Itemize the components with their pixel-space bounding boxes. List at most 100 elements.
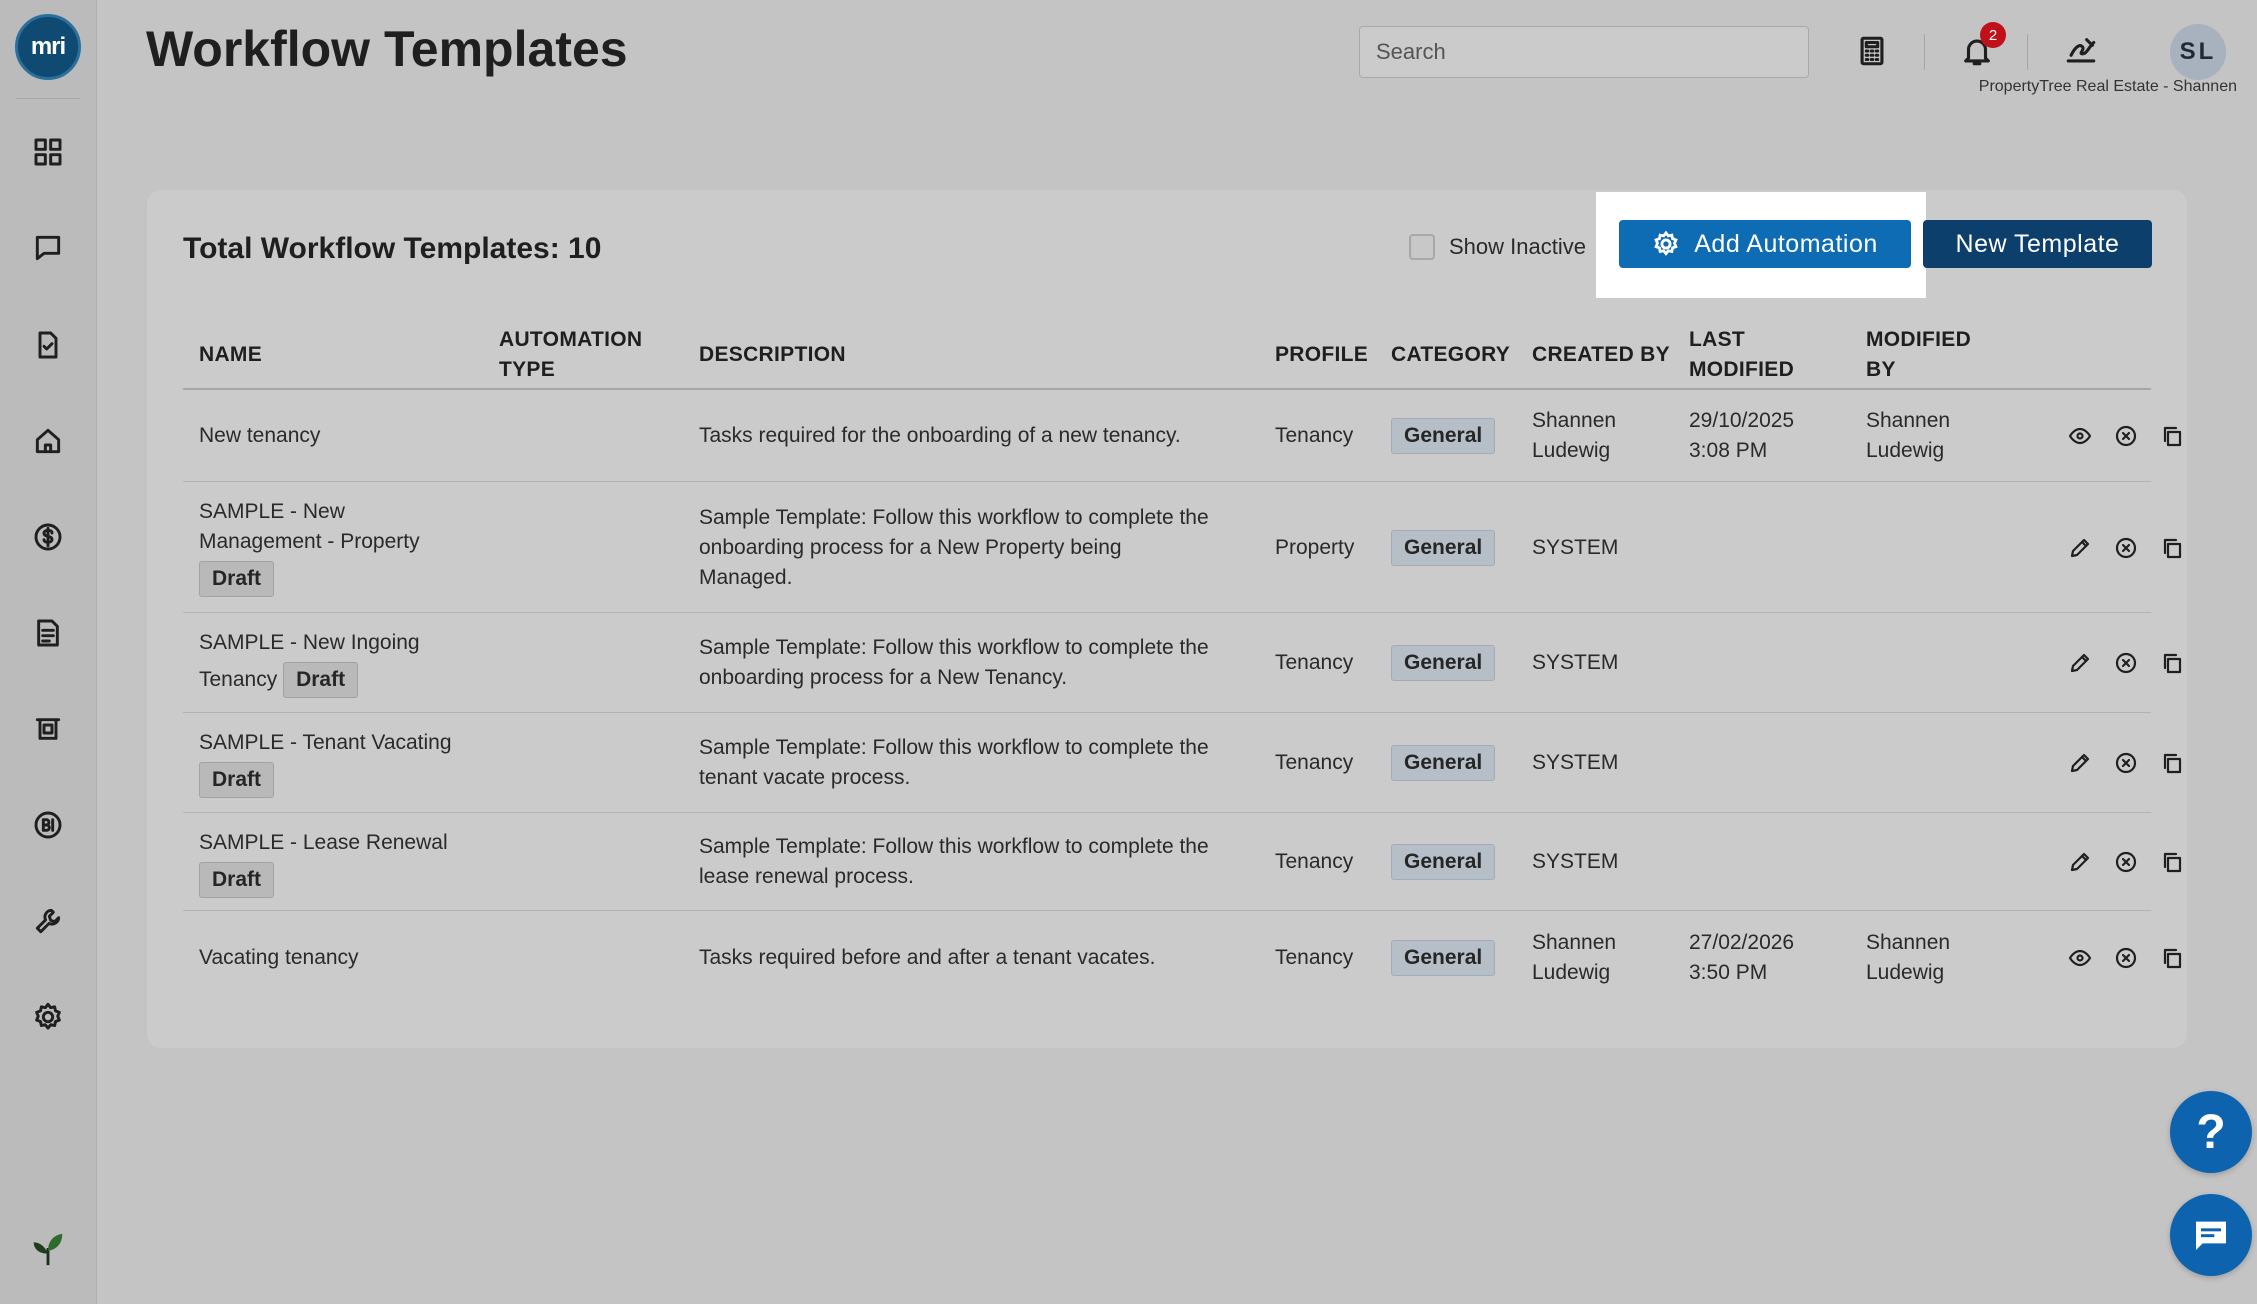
created-by-line2: Ludewig [1532, 961, 1611, 984]
row-name[interactable]: SAMPLE - Tenant Vacating Draft [199, 728, 452, 798]
deactivate-icon[interactable] [2113, 423, 2139, 449]
col-modified-by-line1: MODIFIED [1866, 328, 1972, 351]
show-inactive-toggle[interactable]: Show Inactive [1409, 234, 1586, 260]
row-actions [2067, 423, 2185, 449]
copy-icon[interactable] [2159, 945, 2185, 971]
col-automation-type-line2: TYPE [499, 358, 556, 381]
col-description[interactable]: DESCRIPTION [699, 340, 846, 370]
modified-by-line1: Shannen [1866, 931, 1951, 954]
avatar[interactable]: SL [2170, 24, 2226, 80]
col-automation-type[interactable]: AUTOMATION TYPE [499, 325, 642, 385]
created-by-line2: Ludewig [1532, 439, 1611, 462]
calculator-icon[interactable] [1849, 28, 1895, 74]
row-profile: Tenancy [1275, 946, 1354, 969]
table-row[interactable]: SAMPLE - New Management - Property Draft… [183, 483, 2182, 613]
signature-icon[interactable] [2058, 28, 2104, 74]
row-modified-by: Shannen Ludewig [1866, 406, 1950, 466]
add-automation-button[interactable]: Add Automation [1619, 220, 1911, 268]
frame-icon[interactable] [28, 709, 68, 749]
col-name[interactable]: NAME [199, 340, 262, 370]
header-divider [2027, 34, 2028, 70]
category-tag: General [1391, 745, 1496, 781]
mri-logo[interactable]: mri [15, 14, 81, 80]
deactivate-icon[interactable] [2113, 945, 2139, 971]
wrench-icon[interactable] [28, 901, 68, 941]
dollar-icon[interactable] [28, 517, 68, 557]
row-description: Sample Template: Follow this workflow to… [699, 832, 1209, 892]
col-profile[interactable]: PROFILE [1275, 340, 1368, 370]
help-button[interactable]: ? [2170, 1091, 2252, 1173]
add-automation-label: Add Automation [1694, 229, 1878, 258]
row-name[interactable]: SAMPLE - Lease Renewal Draft [199, 828, 448, 898]
bi-icon[interactable] [28, 805, 68, 845]
gear-icon [1654, 230, 1678, 256]
table-row[interactable]: Vacating tenancy Tasks required before a… [183, 912, 2182, 1004]
col-automation-type-line1: AUTOMATION [499, 328, 643, 351]
new-template-button[interactable]: New Template [1923, 220, 2152, 268]
description-line1: Sample Template: Follow this workflow to… [699, 736, 1209, 759]
chat-support-button[interactable] [2170, 1194, 2252, 1276]
table-row[interactable]: SAMPLE - Tenant Vacating Draft Sample Te… [183, 714, 2182, 813]
row-actions [2067, 945, 2185, 971]
view-icon[interactable] [2067, 423, 2093, 449]
last-modified-time: 3:50 PM [1689, 961, 1768, 984]
copy-icon[interactable] [2159, 535, 2185, 561]
notification-badge: 2 [1980, 22, 2006, 48]
edit-icon[interactable] [2067, 750, 2093, 776]
row-name[interactable]: SAMPLE - New Ingoing Tenancy Draft [199, 628, 420, 698]
task-check-icon[interactable] [28, 325, 68, 365]
copy-icon[interactable] [2159, 849, 2185, 875]
row-name[interactable]: New tenancy [199, 421, 320, 451]
table-row[interactable]: New tenancy Tasks required for the onboa… [183, 391, 2182, 482]
category-tag: General [1391, 940, 1496, 976]
col-created-by[interactable]: CREATED BY [1532, 340, 1670, 370]
copy-icon[interactable] [2159, 750, 2185, 776]
name-line2: Tenancy [199, 668, 278, 691]
row-profile: Tenancy [1275, 751, 1354, 774]
row-profile: Tenancy [1275, 850, 1354, 873]
col-category[interactable]: CATEGORY [1391, 340, 1510, 370]
row-description: Tasks required for the onboarding of a n… [699, 424, 1181, 447]
modified-by-line2: Ludewig [1866, 961, 1945, 984]
show-inactive-checkbox[interactable] [1409, 234, 1435, 260]
deactivate-icon[interactable] [2113, 535, 2139, 561]
row-description: Sample Template: Follow this workflow to… [699, 633, 1209, 693]
document-icon[interactable] [28, 613, 68, 653]
table-row[interactable]: SAMPLE - Lease Renewal Draft Sample Temp… [183, 814, 2182, 911]
row-created-by: SYSTEM [1532, 535, 1619, 559]
deactivate-icon[interactable] [2113, 750, 2139, 776]
row-created-by: Shannen Ludewig [1532, 928, 1616, 988]
copy-icon[interactable] [2159, 423, 2185, 449]
row-name[interactable]: Vacating tenancy [199, 943, 359, 973]
deactivate-icon[interactable] [2113, 849, 2139, 875]
logo-text: mri [30, 33, 66, 60]
page-title: Workflow Templates [146, 21, 628, 77]
deactivate-icon[interactable] [2113, 650, 2139, 676]
description-line1: Sample Template: Follow this workflow to… [699, 835, 1209, 858]
draft-tag: Draft [199, 762, 275, 798]
row-modified-by: Shannen Ludewig [1866, 928, 1950, 988]
category-tag: General [1391, 844, 1496, 880]
row-name[interactable]: SAMPLE - New Management - Property Draft [199, 497, 420, 597]
col-last-modified-line1: LAST [1689, 328, 1746, 351]
settings-icon[interactable] [28, 997, 68, 1037]
view-icon[interactable] [2067, 945, 2093, 971]
table-row[interactable]: SAMPLE - New Ingoing Tenancy Draft Sampl… [183, 614, 2182, 713]
edit-icon[interactable] [2067, 849, 2093, 875]
row-actions [2067, 750, 2185, 776]
dashboard-icon[interactable] [28, 132, 68, 172]
search-input[interactable] [1359, 26, 1809, 78]
edit-icon[interactable] [2067, 650, 2093, 676]
col-modified-by[interactable]: MODIFIED BY [1866, 325, 1971, 385]
draft-tag: Draft [283, 662, 359, 698]
col-last-modified[interactable]: LAST MODIFIED [1689, 325, 1794, 385]
chat-icon[interactable] [28, 228, 68, 268]
copy-icon[interactable] [2159, 650, 2185, 676]
name-line1: SAMPLE - New Ingoing [199, 631, 420, 654]
created-by-line1: Shannen [1532, 409, 1617, 432]
edit-icon[interactable] [2067, 535, 2093, 561]
category-tag: General [1391, 645, 1496, 681]
description-line1: Sample Template: Follow this workflow to… [699, 636, 1209, 659]
row-actions [2067, 535, 2185, 561]
home-icon[interactable] [28, 421, 68, 461]
